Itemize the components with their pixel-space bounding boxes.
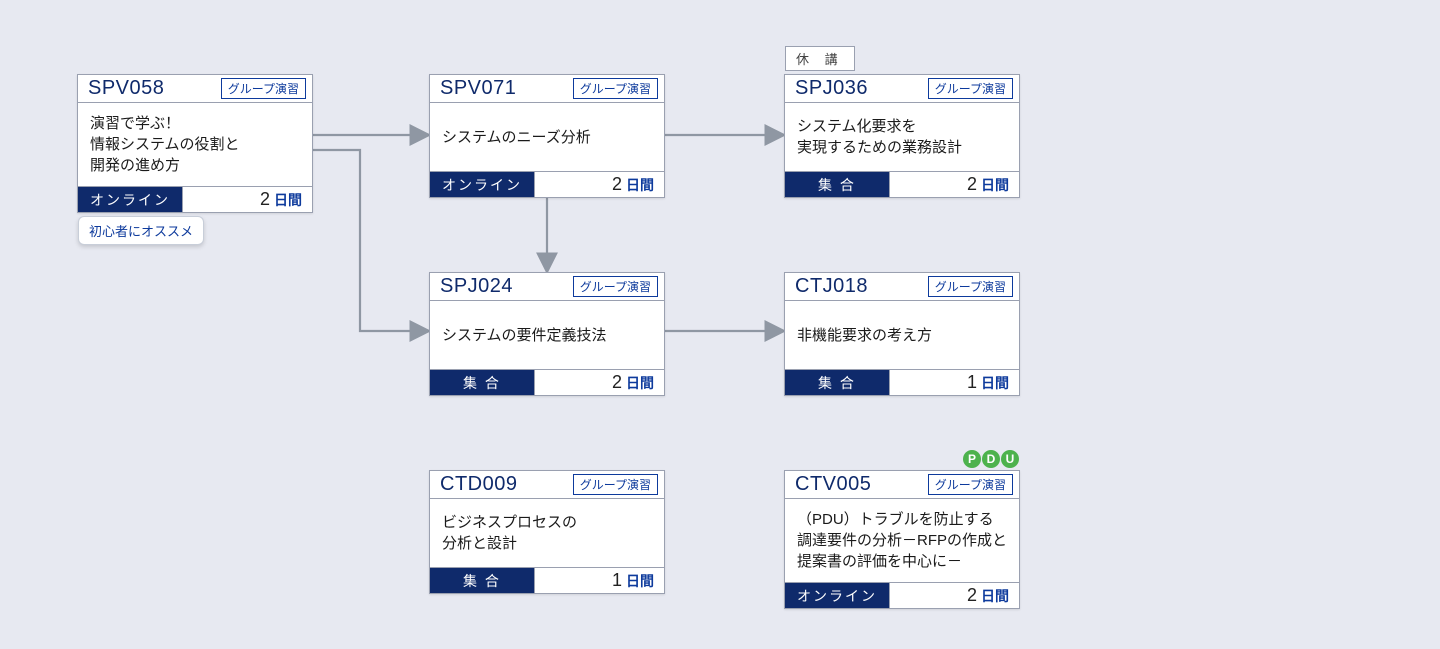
course-code: SPJ036 [795,77,868,100]
course-card-spj024[interactable]: SPJ024 グループ演習 システムの要件定義技法 集 合 2 日間 [429,272,665,396]
delivery-mode: オンライン [785,583,889,608]
duration: 2 日間 [889,583,1019,608]
course-card-spv058[interactable]: SPV058 グループ演習 演習で学ぶ！ 情報システムの役割と 開発の進め方 オ… [77,74,313,213]
group-exercise-tag: グループ演習 [928,474,1013,495]
delivery-mode: 集 合 [785,370,889,395]
course-card-ctd009[interactable]: CTD009 グループ演習 ビジネスプロセスの 分析と設計 集 合 1 日間 [429,470,665,594]
course-card-ctj018[interactable]: CTJ018 グループ演習 非機能要求の考え方 集 合 1 日間 [784,272,1020,396]
course-card-spv071[interactable]: SPV071 グループ演習 システムのニーズ分析 オンライン 2 日間 [429,74,665,198]
course-code: CTD009 [440,473,517,496]
duration: 2 日間 [182,187,312,212]
course-title: システムのニーズ分析 [430,103,664,171]
course-title: ビジネスプロセスの 分析と設計 [430,499,664,567]
delivery-mode: オンライン [78,187,182,212]
group-exercise-tag: グループ演習 [573,276,658,297]
course-code: CTV005 [795,473,871,496]
course-card-ctv005[interactable]: PDU CTV005 グループ演習 （PDU）トラブルを防止する 調達要件の分析… [784,470,1020,609]
delivery-mode: 集 合 [430,568,534,593]
group-exercise-tag: グループ演習 [928,276,1013,297]
suspended-badge: 休 講 [785,46,855,71]
course-title: システムの要件定義技法 [430,301,664,369]
delivery-mode: オンライン [430,172,534,197]
course-card-spj036[interactable]: 休 講 SPJ036 グループ演習 システム化要求を 実現するための業務設計 集… [784,74,1020,198]
pdu-badge: PDU [963,450,1019,468]
group-exercise-tag: グループ演習 [221,78,306,99]
beginner-badge: 初心者にオススメ [78,216,204,245]
course-code: CTJ018 [795,275,868,298]
course-title: 非機能要求の考え方 [785,301,1019,369]
group-exercise-tag: グループ演習 [928,78,1013,99]
duration: 2 日間 [534,370,664,395]
course-code: SPV071 [440,77,516,100]
course-title: 演習で学ぶ！ 情報システムの役割と 開発の進め方 [78,103,312,186]
course-map: SPV058 グループ演習 演習で学ぶ！ 情報システムの役割と 開発の進め方 オ… [0,0,1440,649]
course-title: システム化要求を 実現するための業務設計 [785,103,1019,171]
delivery-mode: 集 合 [785,172,889,197]
course-code: SPJ024 [440,275,513,298]
group-exercise-tag: グループ演習 [573,78,658,99]
duration: 2 日間 [889,172,1019,197]
duration: 1 日間 [889,370,1019,395]
course-code: SPV058 [88,77,164,100]
duration: 1 日間 [534,568,664,593]
delivery-mode: 集 合 [430,370,534,395]
course-title: （PDU）トラブルを防止する 調達要件の分析－RFPの作成と 提案書の評価を中心… [785,499,1019,582]
duration: 2 日間 [534,172,664,197]
group-exercise-tag: グループ演習 [573,474,658,495]
